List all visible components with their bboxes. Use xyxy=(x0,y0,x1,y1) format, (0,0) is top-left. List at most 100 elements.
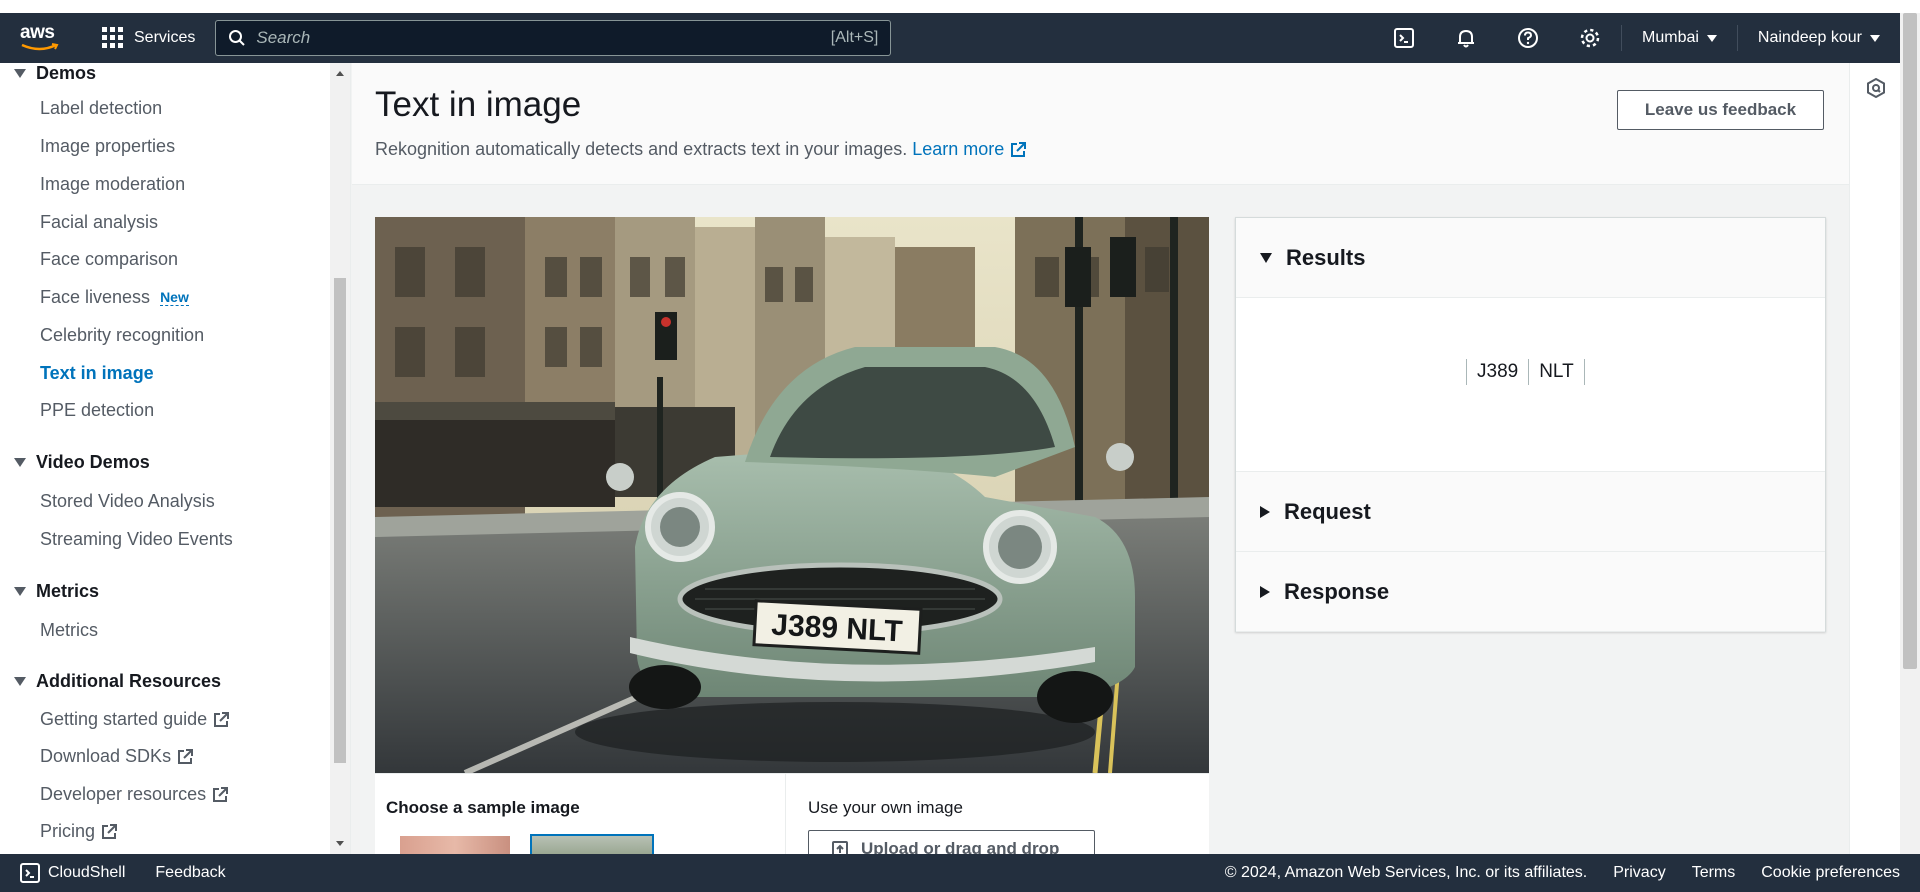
upload-icon xyxy=(831,840,849,854)
nav-item-text-in-image[interactable]: Text in image xyxy=(40,363,154,384)
leave-feedback-button[interactable]: Leave us feedback xyxy=(1617,90,1824,130)
copyright-text: © 2024, Amazon Web Services, Inc. or its… xyxy=(1224,864,1588,881)
nav-section-demos[interactable]: Demos xyxy=(14,63,96,84)
response-section-header[interactable]: Response xyxy=(1236,552,1825,632)
terminal-icon xyxy=(1394,28,1415,48)
nav-item-stored-video-analysis[interactable]: Stored Video Analysis xyxy=(40,491,215,512)
help-button[interactable] xyxy=(1497,13,1559,63)
request-section-header[interactable]: Request xyxy=(1236,472,1825,552)
nav-section-label: Metrics xyxy=(36,581,100,601)
top-navigation-bar: aws Services Search [Alt+S] Mumbai Naind… xyxy=(0,13,1900,63)
cookie-preferences-link[interactable]: Cookie preferences xyxy=(1761,864,1900,882)
nav-item-metrics[interactable]: Metrics xyxy=(40,620,98,641)
analyzed-image: J389 NLT xyxy=(375,217,1209,773)
nav-section-video-demos[interactable]: Video Demos xyxy=(14,452,150,473)
nav-item-label: Getting started guide xyxy=(40,709,208,729)
account-menu[interactable]: Naindeep kour xyxy=(1738,13,1900,63)
search-icon xyxy=(229,30,246,46)
search-placeholder: Search xyxy=(256,28,311,47)
description-text: Rekognition automatically detects and ex… xyxy=(375,139,908,159)
nav-item-image-properties[interactable]: Image properties xyxy=(40,136,175,157)
nav-item-face-liveness[interactable]: Face liveness New xyxy=(40,287,189,308)
sidebar-scrollbar[interactable] xyxy=(330,63,350,854)
new-badge: New xyxy=(160,289,189,306)
expand-caret-icon xyxy=(14,458,26,467)
nav-item-download-sdks[interactable]: Download SDKs xyxy=(40,746,194,767)
image-source-panel: Choose a sample image Use your own image… xyxy=(375,773,1209,854)
detected-word: NLT xyxy=(1528,359,1585,385)
sample-image-thumbnail[interactable] xyxy=(400,836,510,854)
results-body: J389 NLT xyxy=(1236,298,1825,472)
choose-sample-label: Choose a sample image xyxy=(386,798,580,817)
nav-item-image-moderation[interactable]: Image moderation xyxy=(40,174,185,195)
scroll-down-arrow-icon[interactable] xyxy=(336,841,344,846)
window-top-strip xyxy=(0,0,1920,13)
notifications-button[interactable] xyxy=(1435,13,1497,63)
nav-item-ppe-detection[interactable]: PPE detection xyxy=(40,400,154,421)
nav-item-streaming-video-events[interactable]: Streaming Video Events xyxy=(40,529,233,550)
nav-item-pricing[interactable]: Pricing xyxy=(40,821,118,842)
grid-icon xyxy=(102,27,123,48)
services-menu-button[interactable]: Services xyxy=(102,27,195,49)
region-label: Mumbai xyxy=(1642,29,1699,46)
page-scroll-thumb[interactable] xyxy=(1903,13,1917,669)
services-label: Services xyxy=(134,29,196,46)
nav-item-celebrity-recognition[interactable]: Celebrity recognition xyxy=(40,325,204,346)
nav-section-label: Demos xyxy=(36,63,97,83)
gear-icon xyxy=(1580,28,1600,48)
learn-more-label: Learn more xyxy=(912,139,1005,159)
license-plate-text: J389 NLT xyxy=(771,609,904,649)
region-selector[interactable]: Mumbai xyxy=(1622,13,1737,63)
nav-section-label: Additional Resources xyxy=(36,671,222,691)
nav-section-metrics[interactable]: Metrics xyxy=(14,581,99,602)
caret-down-icon xyxy=(1706,34,1717,42)
nav-item-label-detection[interactable]: Label detection xyxy=(40,98,162,119)
collapse-caret-icon xyxy=(1260,252,1272,263)
scroll-up-arrow-icon[interactable] xyxy=(336,71,344,76)
console-footer: CloudShell Feedback © 2024, Amazon Web S… xyxy=(0,854,1920,892)
own-image-label: Use your own image xyxy=(808,798,963,817)
aws-logo[interactable]: aws xyxy=(20,13,80,63)
hexagon-info-icon xyxy=(1867,77,1885,99)
sidebar-scroll-thumb[interactable] xyxy=(334,278,346,763)
external-link-icon xyxy=(211,786,229,804)
cloudshell-footer-button[interactable]: CloudShell xyxy=(20,863,125,883)
page-title: Text in image xyxy=(375,85,582,124)
nav-section-additional-resources[interactable]: Additional Resources xyxy=(14,671,221,692)
side-navigation: Demos Label detection Image properties I… xyxy=(0,63,351,854)
detected-words-list: J389 NLT xyxy=(1466,359,1585,385)
external-link-icon xyxy=(1009,141,1027,159)
feedback-footer-link[interactable]: Feedback xyxy=(155,864,225,882)
account-name: Naindeep kour xyxy=(1757,29,1862,46)
cloudshell-label: CloudShell xyxy=(48,864,126,881)
results-container: Results J389 NLT Request Response xyxy=(1235,217,1826,632)
expand-caret-icon xyxy=(1260,585,1270,598)
info-panel-toggle[interactable] xyxy=(1866,77,1886,103)
bell-icon xyxy=(1458,30,1475,48)
privacy-link[interactable]: Privacy xyxy=(1613,864,1665,882)
external-link-icon xyxy=(100,823,118,841)
nav-item-label: Face liveness xyxy=(40,287,151,307)
nav-item-developer-resources[interactable]: Developer resources xyxy=(40,784,229,805)
cloudshell-button[interactable] xyxy=(1373,13,1435,63)
results-heading: Results xyxy=(1286,244,1366,270)
nav-section-label: Video Demos xyxy=(36,452,150,472)
results-section-header[interactable]: Results xyxy=(1236,218,1825,298)
external-link-icon xyxy=(212,711,230,729)
request-heading: Request xyxy=(1284,498,1371,524)
search-shortcut-hint: [Alt+S] xyxy=(830,29,879,46)
upload-button[interactable]: Upload or drag and drop xyxy=(808,830,1095,854)
page-scrollbar[interactable] xyxy=(1900,13,1920,854)
expand-caret-icon xyxy=(14,677,26,686)
nav-item-facial-analysis[interactable]: Facial analysis xyxy=(40,212,158,233)
search-input[interactable]: Search [Alt+S] xyxy=(215,20,892,56)
settings-button[interactable] xyxy=(1559,13,1621,63)
nav-item-getting-started-guide[interactable]: Getting started guide xyxy=(40,709,230,730)
sample-image-thumbnail-selected[interactable] xyxy=(530,834,654,854)
car-street-photo: J389 NLT xyxy=(375,217,1209,773)
nav-item-face-comparison[interactable]: Face comparison xyxy=(40,249,178,270)
terms-link[interactable]: Terms xyxy=(1692,864,1736,882)
caret-down-icon xyxy=(1870,34,1880,42)
learn-more-link[interactable]: Learn more xyxy=(912,139,1027,160)
nav-item-label: Download SDKs xyxy=(40,746,172,766)
